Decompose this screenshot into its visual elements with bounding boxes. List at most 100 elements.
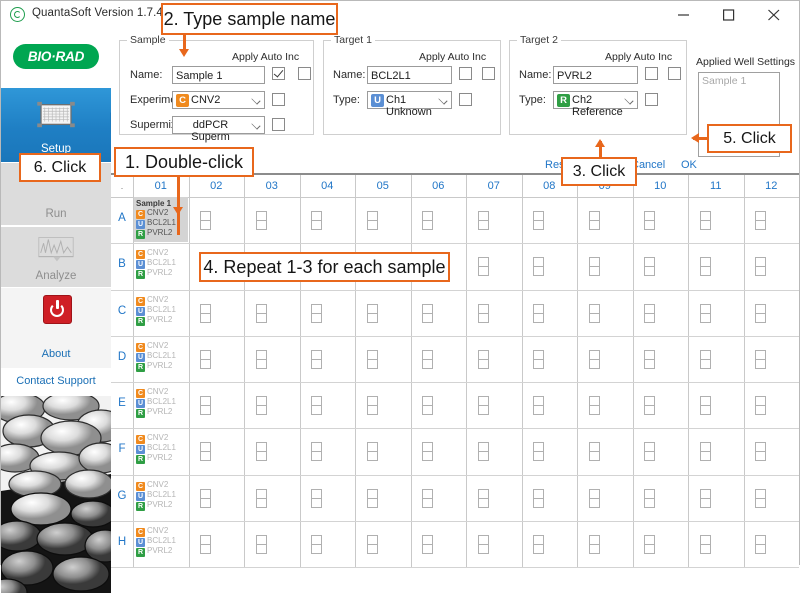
well-indicator[interactable] [200,303,212,323]
target1-type-select[interactable]: U Ch1 Unknown [367,91,452,118]
well-indicator[interactable] [588,396,600,416]
plate-well-C02[interactable] [189,290,245,336]
plate-well-F03[interactable] [244,428,300,474]
target1-type-apply-checkbox[interactable] [459,93,472,106]
well-indicator[interactable] [644,442,656,462]
well-indicator[interactable] [699,396,711,416]
well-indicator[interactable] [200,349,212,369]
well-indicator[interactable] [366,534,378,554]
well-indicator[interactable] [644,303,656,323]
plate-well-F07[interactable] [466,428,522,474]
well-indicator[interactable] [755,349,767,369]
plate-well-D06[interactable] [411,336,467,382]
well-indicator[interactable] [644,488,656,508]
sample-supermix-select[interactable]: ddPCR Superm [172,116,265,143]
well-indicator[interactable] [255,442,267,462]
plate-well-C11[interactable] [688,290,744,336]
plate-well-H12[interactable] [744,521,800,567]
plate-well-A08[interactable] [522,197,578,243]
plate-well-G04[interactable] [300,475,356,521]
well-indicator[interactable] [644,396,656,416]
well-indicator[interactable] [755,488,767,508]
sidebar-item-contact-support[interactable]: Contact Support [1,369,111,396]
plate-well-D09[interactable] [577,336,633,382]
plate-column-header-02[interactable]: 02 [189,175,245,197]
plate-well-G11[interactable] [688,475,744,521]
target1-name-autoinc-checkbox[interactable] [482,67,495,80]
well-indicator[interactable] [533,349,545,369]
well-indicator[interactable] [477,211,489,231]
plate-well-F10[interactable] [633,428,689,474]
well-indicator[interactable] [755,303,767,323]
well-indicator[interactable] [533,211,545,231]
plate-column-header-01[interactable]: 01 [133,175,189,197]
well-indicator[interactable] [255,396,267,416]
well-indicator[interactable] [533,257,545,277]
target1-name-input[interactable]: BCL2L1 [367,66,452,84]
plate-well-H11[interactable] [688,521,744,567]
sample-name-apply-checkbox[interactable] [272,67,285,80]
plate-well-B12[interactable] [744,243,800,289]
maximize-button[interactable] [707,1,752,27]
plate-well-C04[interactable] [300,290,356,336]
plate-row-header-B[interactable]: B [111,258,133,270]
well-indicator[interactable] [644,257,656,277]
plate-well-C01[interactable]: C CNV2 U BCL2L1 R PVRL2 [133,290,189,336]
well-indicator[interactable] [200,442,212,462]
plate-well-D07[interactable] [466,336,522,382]
plate-well-F04[interactable] [300,428,356,474]
plate-well-C07[interactable] [466,290,522,336]
well-indicator[interactable] [311,211,323,231]
plate-column-header-10[interactable]: 10 [633,175,689,197]
well-indicator[interactable] [200,396,212,416]
well-indicator[interactable] [311,442,323,462]
well-indicator[interactable] [533,442,545,462]
well-indicator[interactable] [588,349,600,369]
plate-well-D02[interactable] [189,336,245,382]
well-indicator[interactable] [588,303,600,323]
well-indicator[interactable] [255,534,267,554]
minimize-button[interactable] [662,1,707,27]
plate-well-A10[interactable] [633,197,689,243]
well-indicator[interactable] [477,534,489,554]
plate-well-H07[interactable] [466,521,522,567]
well-indicator[interactable] [644,211,656,231]
plate-well-E01[interactable]: C CNV2 U BCL2L1 R PVRL2 [133,382,189,428]
sample-experiment-select[interactable]: C CNV2 [172,91,265,109]
plate-well-C06[interactable] [411,290,467,336]
plate-well-G02[interactable] [189,475,245,521]
plate-well-C08[interactable] [522,290,578,336]
well-indicator[interactable] [366,303,378,323]
well-indicator[interactable] [644,349,656,369]
well-indicator[interactable] [699,349,711,369]
target2-name-input[interactable]: PVRL2 [553,66,638,84]
well-indicator[interactable] [533,488,545,508]
plate-well-F12[interactable] [744,428,800,474]
plate-well-F02[interactable] [189,428,245,474]
well-indicator[interactable] [533,303,545,323]
well-indicator[interactable] [366,396,378,416]
well-indicator[interactable] [533,534,545,554]
well-indicator[interactable] [644,534,656,554]
well-indicator[interactable] [422,396,434,416]
plate-column-header-06[interactable]: 06 [411,175,467,197]
plate-well-C12[interactable] [744,290,800,336]
plate-well-H10[interactable] [633,521,689,567]
plate-well-B08[interactable] [522,243,578,289]
plate-well-G10[interactable] [633,475,689,521]
well-indicator[interactable] [422,303,434,323]
plate-well-E07[interactable] [466,382,522,428]
sidebar-item-about[interactable]: About [1,288,111,368]
close-button[interactable] [752,1,797,27]
plate-well-E10[interactable] [633,382,689,428]
plate-well-D04[interactable] [300,336,356,382]
plate-well-H08[interactable] [522,521,578,567]
ok-button[interactable]: OK [681,159,697,171]
plate-well-D01[interactable]: C CNV2 U BCL2L1 R PVRL2 [133,336,189,382]
plate-well-F01[interactable]: C CNV2 U BCL2L1 R PVRL2 [133,428,189,474]
plate-well-A09[interactable] [577,197,633,243]
plate-well-A05[interactable] [355,197,411,243]
plate-well-F05[interactable] [355,428,411,474]
well-indicator[interactable] [311,303,323,323]
well-indicator[interactable] [699,534,711,554]
